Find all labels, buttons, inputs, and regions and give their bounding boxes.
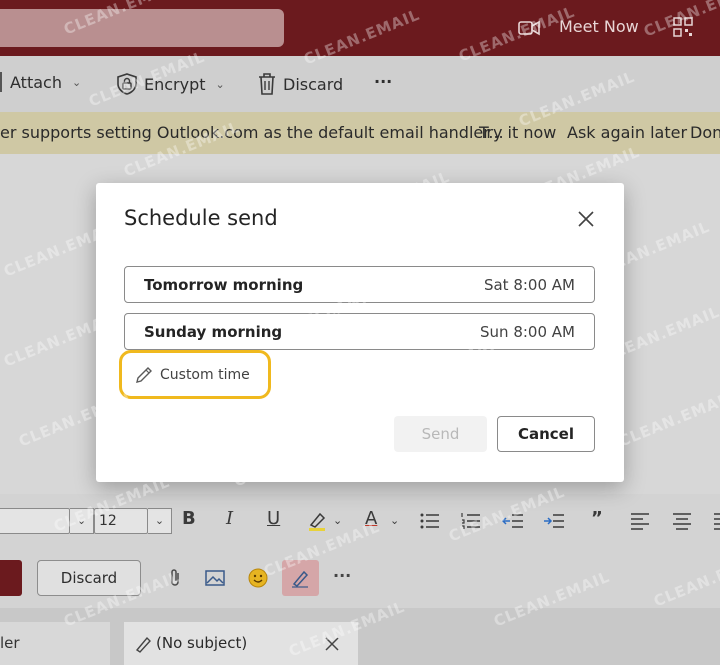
- meet-now-button[interactable]: Meet Now: [559, 17, 639, 36]
- ask-again-later-link[interactable]: Ask again later: [567, 123, 687, 142]
- video-camera-icon[interactable]: [518, 20, 540, 36]
- option-sunday-morning[interactable]: Sunday morning Sun 8:00 AM: [124, 313, 595, 350]
- chevron-down-icon: ⌄: [71, 75, 82, 89]
- trash-icon: [259, 73, 275, 95]
- tab-previous[interactable]: ler: [0, 622, 110, 665]
- numbered-list-icon[interactable]: [461, 512, 481, 530]
- chevron-down-icon[interactable]: ⌄: [390, 514, 399, 527]
- increase-indent-icon[interactable]: [543, 512, 565, 530]
- custom-time-button[interactable]: Custom time: [134, 365, 250, 385]
- emoji-icon[interactable]: [248, 568, 268, 588]
- default-handler-banner: er supports setting Outlook.com as the d…: [0, 112, 720, 154]
- decrease-indent-icon[interactable]: [502, 512, 524, 530]
- formatting-toolbar: ⌄ 12 ⌄ B I U ⌄ A ⌄ ”: [0, 494, 720, 550]
- bold-button[interactable]: B: [182, 508, 196, 529]
- encrypt-label: Encrypt: [144, 74, 206, 94]
- send-actions-row: Discard ···: [0, 550, 720, 608]
- align-right-icon[interactable]: [712, 512, 720, 530]
- try-it-now-link[interactable]: Try it now: [479, 123, 556, 142]
- bullet-list-icon[interactable]: [420, 512, 440, 530]
- send-button[interactable]: Send: [394, 416, 487, 452]
- editor-button[interactable]: [282, 560, 319, 596]
- encrypt-button[interactable]: Encrypt ⌄: [116, 72, 225, 96]
- attach-icon: [0, 72, 4, 92]
- attach-label: Attach: [10, 72, 62, 92]
- cancel-button[interactable]: Cancel: [497, 416, 595, 452]
- option-label: Tomorrow morning: [144, 276, 304, 294]
- image-icon[interactable]: [205, 568, 225, 588]
- pencil-icon: [135, 636, 151, 653]
- banner-message: er supports setting Outlook.com as the d…: [0, 123, 504, 142]
- custom-time-label: Custom time: [160, 367, 250, 383]
- chevron-down-icon: ⌄: [215, 77, 225, 91]
- highlighter-icon[interactable]: [306, 510, 328, 532]
- schedule-send-dialog: Schedule send Tomorrow morning Sat 8:00 …: [96, 183, 624, 482]
- dialog-title: Schedule send: [124, 206, 278, 230]
- chevron-down-icon[interactable]: ⌄: [70, 508, 94, 534]
- italic-button[interactable]: I: [226, 508, 233, 529]
- more-options-button[interactable]: ···: [374, 72, 392, 91]
- font-color-button[interactable]: A: [365, 508, 377, 529]
- font-family-select[interactable]: [0, 508, 70, 534]
- option-time: Sat 8:00 AM: [483, 276, 575, 294]
- option-label: Sunday morning: [144, 323, 283, 341]
- tab-subject-label: (No subject): [156, 634, 248, 652]
- top-bar: Meet Now: [0, 0, 720, 56]
- pencil-icon: [136, 367, 152, 383]
- align-center-icon[interactable]: [672, 512, 692, 530]
- more-options-button[interactable]: ···: [333, 566, 351, 585]
- draft-tabs-row: ler (No subject): [0, 608, 720, 665]
- close-icon[interactable]: [325, 637, 339, 651]
- align-left-icon[interactable]: [630, 512, 650, 530]
- attach-button[interactable]: Attach ⌄: [0, 72, 81, 92]
- qr-code-icon[interactable]: [673, 17, 693, 37]
- paperclip-icon[interactable]: [165, 568, 185, 588]
- underline-button[interactable]: U: [267, 508, 280, 529]
- shield-lock-icon: [117, 73, 137, 95]
- discard-toolbar-button[interactable]: Discard: [257, 72, 343, 96]
- chevron-down-icon[interactable]: ⌄: [148, 508, 172, 534]
- font-size-select[interactable]: 12: [94, 508, 148, 534]
- discard-button[interactable]: Discard: [37, 560, 141, 596]
- close-icon[interactable]: [574, 207, 598, 231]
- search-box[interactable]: [0, 9, 284, 47]
- dont-ask-link[interactable]: Don: [690, 123, 720, 142]
- option-time: Sun 8:00 AM: [480, 323, 575, 341]
- pen-icon: [292, 570, 309, 588]
- discard-label: Discard: [283, 74, 344, 94]
- send-button[interactable]: [0, 560, 22, 596]
- option-tomorrow-morning[interactable]: Tomorrow morning Sat 8:00 AM: [124, 266, 595, 303]
- tab-no-subject[interactable]: (No subject): [124, 622, 358, 665]
- quote-button[interactable]: ”: [591, 508, 603, 529]
- chevron-down-icon[interactable]: ⌄: [333, 514, 342, 527]
- compose-toolbar: Attach ⌄ Encrypt ⌄ Discard ···: [0, 56, 720, 112]
